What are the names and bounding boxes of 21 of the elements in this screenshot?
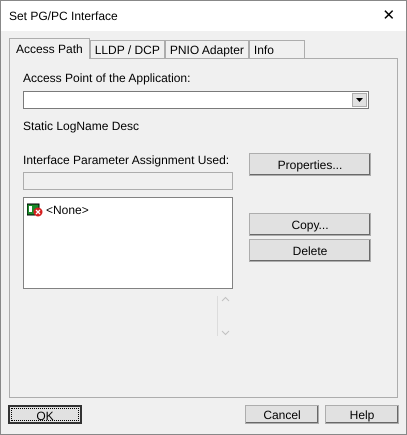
field-label: Interface Parameter Assignment Used:	[23, 152, 230, 169]
side-button[interactable]: Delete	[249, 239, 371, 262]
tab[interactable]: LLDP / DCP	[90, 40, 165, 58]
dialog-button[interactable]: OK	[8, 405, 82, 424]
scroll-down-icon[interactable]	[221, 330, 230, 336]
side-button[interactable]: Copy...	[249, 213, 371, 236]
network-card-icon	[27, 203, 43, 217]
field-label: Access Point of the Application:	[23, 70, 192, 87]
static-text: Static LogName Desc	[23, 118, 140, 135]
dialog-button[interactable]: Cancel	[245, 405, 319, 424]
list-item[interactable]: <None>	[45, 201, 90, 219]
access-point-dropdown[interactable]	[23, 91, 369, 109]
tab[interactable]: Access Path	[9, 38, 90, 59]
tab[interactable]: Info	[248, 40, 305, 58]
tab[interactable]: PNIO Adapter	[164, 40, 249, 58]
close-button[interactable]: ✕	[378, 5, 400, 27]
window-title: Set PG/PC Interface	[9, 8, 118, 25]
dialog-button[interactable]: Help	[325, 405, 399, 424]
assignment-list[interactable]: <None>	[23, 197, 233, 289]
side-button[interactable]: Properties...	[249, 153, 371, 176]
scroll-up-icon[interactable]	[221, 296, 230, 302]
